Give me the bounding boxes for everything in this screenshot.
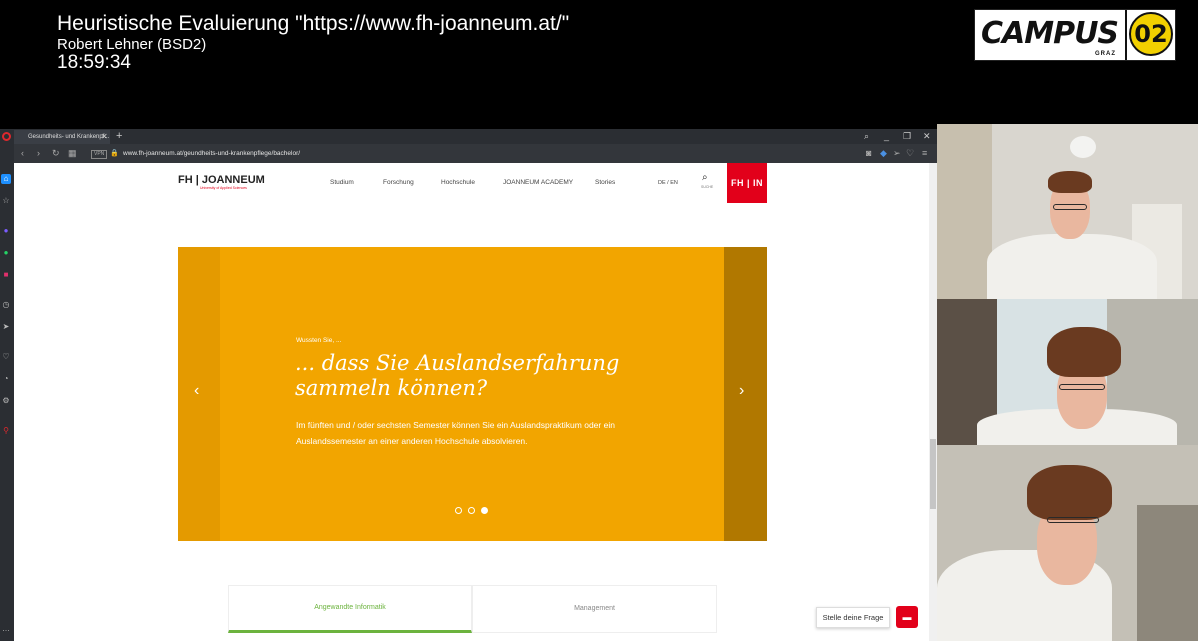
cam2-glasses: [1059, 384, 1105, 390]
maximize-icon[interactable]: ❐: [903, 129, 911, 144]
cam3-glasses: [1047, 517, 1099, 523]
cam1-glasses: [1053, 204, 1087, 210]
nav-stories[interactable]: Stories: [595, 179, 615, 186]
logo-number: 02: [1129, 12, 1173, 56]
reload-icon[interactable]: ↻: [52, 144, 60, 163]
bookmarks-icon[interactable]: ☆: [1, 196, 11, 206]
chevron-left-icon[interactable]: ‹: [194, 382, 199, 400]
tabs-grid-icon[interactable]: ▦: [68, 144, 77, 163]
shield-icon[interactable]: ◆: [880, 144, 887, 163]
url-field[interactable]: www.fh-joanneum.at/geundheits-und-kranke…: [123, 148, 300, 159]
pin-icon[interactable]: ⚲: [1, 426, 11, 436]
heart-icon[interactable]: ♡: [1, 352, 11, 362]
clock: 18:59:34: [57, 52, 131, 73]
scrollbar-thumb[interactable]: [930, 439, 936, 509]
search-icon[interactable]: ⌕: [702, 172, 708, 183]
nav-joanneum-academy[interactable]: JOANNEUM ACADEMY: [503, 179, 573, 186]
browser-tab[interactable]: Gesundheits- und Krankenpf...: [14, 130, 110, 144]
hero-slider: ‹ › Wussten Sie, ... ... dass Sie Auslan…: [178, 247, 767, 541]
hero-headline: ... dass Sie Auslandserfahrung sammeln k…: [295, 351, 620, 400]
back-icon[interactable]: ‹: [21, 144, 24, 163]
page-scrollbar[interactable]: [929, 163, 937, 641]
cam1-lamp: [1070, 136, 1096, 158]
presenter-name: Robert Lehner (BSD2): [57, 36, 207, 53]
chat-icon[interactable]: ▬: [896, 606, 918, 628]
cam2-hair: [1047, 327, 1121, 377]
close-window-icon[interactable]: ✕: [923, 129, 931, 144]
address-bar: ‹ › ↻ ▦ VPN 🔒 www.fh-joanneum.at/geundhe…: [14, 144, 937, 163]
forward-icon[interactable]: ›: [37, 144, 40, 163]
flow-icon[interactable]: ➢: [893, 144, 901, 163]
cam3-background: [1137, 505, 1198, 641]
cam3-hair: [1027, 465, 1112, 520]
cam1-door: [937, 124, 992, 299]
nav-studium[interactable]: Studium: [330, 179, 354, 186]
cam1-shirt: [987, 234, 1157, 299]
cam1-hair: [1048, 171, 1092, 193]
campus02-logo: CAMPUS GRAZ 02: [974, 9, 1176, 61]
web-page: FH | JOANNEUM University of Applied Scie…: [14, 163, 929, 641]
tab-management[interactable]: Management: [472, 585, 717, 633]
heart-address-icon[interactable]: ♡: [906, 144, 914, 163]
fh-in-button[interactable]: FH | IN: [727, 163, 767, 203]
ask-question-label[interactable]: Stelle deine Frage: [816, 607, 890, 628]
nav-forschung[interactable]: Forschung: [383, 179, 414, 186]
fh-joanneum-logo-sub: University of Applied Sciences: [200, 186, 247, 190]
tab-search-icon[interactable]: ⌕: [864, 129, 869, 144]
speed-dial-icon[interactable]: ⌂: [1, 174, 11, 184]
tab-close-icon[interactable]: ✕: [101, 130, 108, 144]
logo-graz-text: GRAZ: [1095, 51, 1116, 57]
slide-dot-1[interactable]: [455, 507, 462, 514]
hero-body: Im fünften und / oder sechsten Semester …: [296, 420, 615, 446]
history-icon[interactable]: ◷: [1, 300, 11, 310]
vpn-badge[interactable]: VPN: [91, 150, 108, 159]
webcam-feed-3: [937, 445, 1198, 641]
hero-right-panel: [724, 247, 767, 541]
hero-kicker: Wussten Sie, ...: [296, 337, 342, 344]
tab-angewandte-informatik[interactable]: Angewandte Informatik: [228, 585, 472, 633]
messenger-icon[interactable]: ●: [1, 226, 11, 236]
menu-icon[interactable]: ≡: [922, 144, 927, 163]
clock-icon[interactable]: ◔: [1, 374, 11, 384]
language-switch[interactable]: DE / EN: [658, 180, 678, 186]
logo-divider: [1125, 10, 1127, 60]
search-label: SUCHE: [701, 185, 714, 189]
camera-icon[interactable]: ◙: [866, 144, 871, 163]
browser-window: Gesundheits- und Krankenpf... ✕ + ⌕ _ ❐ …: [0, 129, 937, 641]
settings-icon[interactable]: ⚙: [1, 396, 11, 406]
more-icon[interactable]: …: [1, 624, 11, 634]
nav-hochschule[interactable]: Hochschule: [441, 179, 475, 186]
opera-sidebar: ⌂ ☆ ● ● ■ ◷ ➤ ♡ ◔ ⚙ ⚲ …: [0, 144, 14, 641]
webcam-feed-1: [937, 124, 1198, 299]
opera-menu-icon[interactable]: [2, 132, 11, 141]
lock-icon[interactable]: 🔒: [110, 144, 119, 163]
whatsapp-icon[interactable]: ●: [1, 248, 11, 258]
logo-campus-text: CAMPUS: [981, 16, 1119, 51]
presentation-title: Heuristische Evaluierung "https://www.fh…: [57, 12, 570, 35]
send-icon[interactable]: ➤: [1, 322, 11, 332]
minimize-icon[interactable]: _: [884, 129, 889, 144]
webcam-feed-2: [937, 299, 1198, 445]
new-tab-icon[interactable]: +: [116, 129, 122, 144]
chevron-right-icon[interactable]: ›: [739, 382, 744, 400]
slide-dot-3[interactable]: [481, 507, 488, 514]
fh-joanneum-logo[interactable]: FH | JOANNEUM: [178, 174, 265, 186]
screen: { "overlay": { "title": "Heuristische Ev…: [0, 0, 1198, 641]
tab-bar: Gesundheits- und Krankenpf... ✕ + ⌕ _ ❐ …: [0, 129, 937, 144]
instagram-icon[interactable]: ■: [1, 270, 11, 280]
slide-dot-2[interactable]: [468, 507, 475, 514]
